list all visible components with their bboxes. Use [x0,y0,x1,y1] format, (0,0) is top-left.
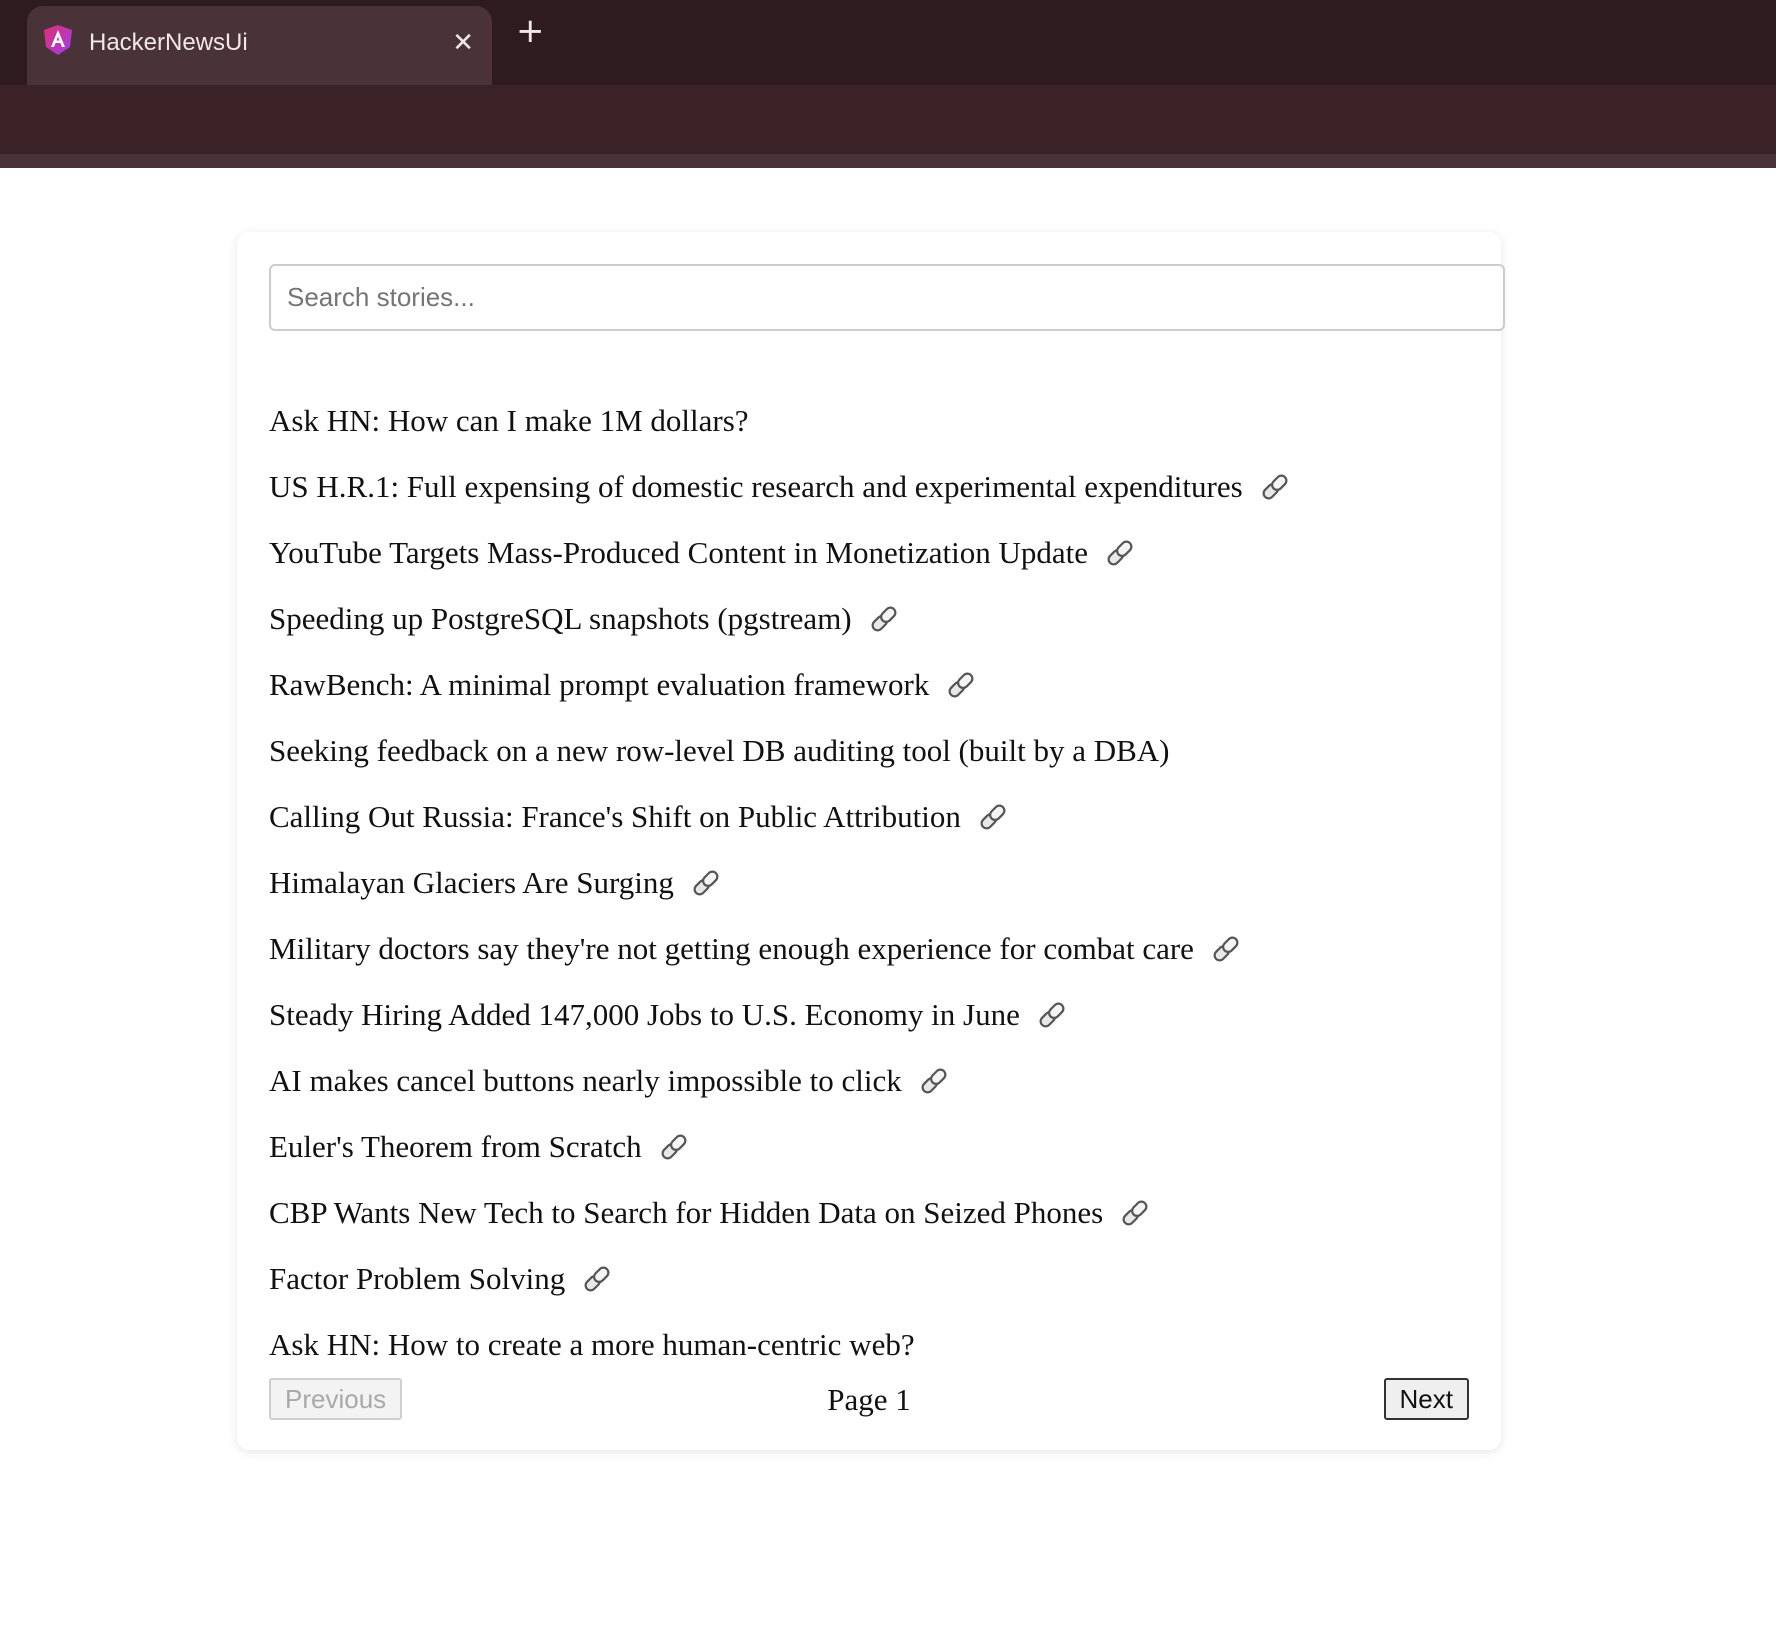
story-item: US H.R.1: Full expensing of domestic res… [269,454,1291,520]
story-item: CBP Wants New Tech to Search for Hidden … [269,1180,1291,1246]
story-title[interactable]: Euler's Theorem from Scratch [269,1129,642,1165]
story-title[interactable]: YouTube Targets Mass-Produced Content in… [269,535,1088,571]
link-icon[interactable] [868,603,900,635]
angular-logo-icon [43,24,73,61]
link-icon[interactable] [977,801,1009,833]
browser-toolbar [0,85,1776,154]
story-item: Ask HN: How to create a more human-centr… [269,1312,1291,1378]
link-icon[interactable] [1036,999,1068,1031]
story-item: Seeking feedback on a new row-level DB a… [269,718,1291,784]
link-icon[interactable] [1259,471,1291,503]
link-icon[interactable] [658,1131,690,1163]
story-title[interactable]: Factor Problem Solving [269,1261,565,1297]
new-tab-icon[interactable]: + [516,14,545,48]
story-title[interactable]: Ask HN: How to create a more human-centr… [269,1327,915,1363]
browser-tab-bar: HackerNewsUi ✕ + [0,0,1776,85]
story-list: Ask HN: How can I make 1M dollars? US H.R… [269,388,1291,1378]
story-item: AI makes cancel buttons nearly impossibl… [269,1048,1291,1114]
story-title[interactable]: Military doctors say they're not getting… [269,931,1194,967]
story-item: Military doctors say they're not getting… [269,916,1291,982]
story-item: Himalayan Glaciers Are Surging [269,850,1291,916]
story-item: Euler's Theorem from Scratch [269,1114,1291,1180]
page-indicator: Page 1 [827,1382,911,1417]
story-item: Factor Problem Solving [269,1246,1291,1312]
story-title[interactable]: RawBench: A minimal prompt evaluation fr… [269,667,929,703]
link-icon[interactable] [945,669,977,701]
story-item: Speeding up PostgreSQL snapshots (pgstre… [269,586,1291,652]
pagination: Previous Page 1 Next [269,1378,1469,1422]
link-icon[interactable] [581,1263,613,1295]
story-item: Calling Out Russia: France's Shift on Pu… [269,784,1291,850]
story-title[interactable]: Seeking feedback on a new row-level DB a… [269,733,1170,769]
tab-title: HackerNewsUi [89,28,248,56]
story-item: Steady Hiring Added 147,000 Jobs to U.S.… [269,982,1291,1048]
link-icon[interactable] [1210,933,1242,965]
story-title[interactable]: Himalayan Glaciers Are Surging [269,865,674,901]
story-title[interactable]: Ask HN: How can I make 1M dollars? [269,403,749,439]
story-title[interactable]: AI makes cancel buttons nearly impossibl… [269,1063,902,1099]
next-button[interactable]: Next [1383,1378,1469,1420]
close-tab-icon[interactable]: ✕ [452,30,474,56]
story-item: Ask HN: How can I make 1M dollars? [269,388,1291,454]
browser-tab[interactable]: HackerNewsUi ✕ [27,6,492,85]
story-title[interactable]: Speeding up PostgreSQL snapshots (pgstre… [269,601,852,637]
link-icon[interactable] [918,1065,950,1097]
page-content: Ask HN: How can I make 1M dollars? US H.R… [0,168,1776,1634]
story-item: RawBench: A minimal prompt evaluation fr… [269,652,1291,718]
story-title[interactable]: CBP Wants New Tech to Search for Hidden … [269,1195,1103,1231]
search-input[interactable] [269,264,1505,331]
stories-card: Ask HN: How can I make 1M dollars? US H.R… [237,232,1505,1450]
link-icon[interactable] [690,867,722,899]
story-title[interactable]: US H.R.1: Full expensing of domestic res… [269,469,1243,505]
toolbar-divider [0,154,1776,168]
story-title[interactable]: Calling Out Russia: France's Shift on Pu… [269,799,961,835]
story-title[interactable]: Steady Hiring Added 147,000 Jobs to U.S.… [269,997,1020,1033]
link-icon[interactable] [1104,537,1136,569]
story-item: YouTube Targets Mass-Produced Content in… [269,520,1291,586]
link-icon[interactable] [1119,1197,1151,1229]
